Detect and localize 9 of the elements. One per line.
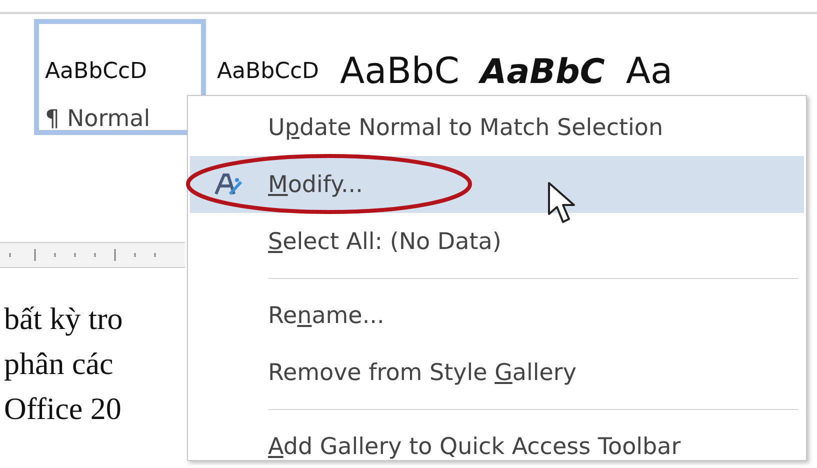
menu-item[interactable]: Rename... [190,287,804,344]
document-text: bất kỳ tro [4,300,123,338]
style-sample: AaBbCcD [45,58,147,86]
menu-item[interactable]: Remove from Style Gallery [190,344,804,401]
menu-item[interactable]: Select All: (No Data) [190,213,804,270]
menu-item[interactable]: Add Gallery to Quick Access Toolbar [190,418,804,468]
style-name: ¶ Normal [45,106,150,130]
document-text: Office 20 [4,390,122,428]
document-text: phân các [4,345,114,383]
